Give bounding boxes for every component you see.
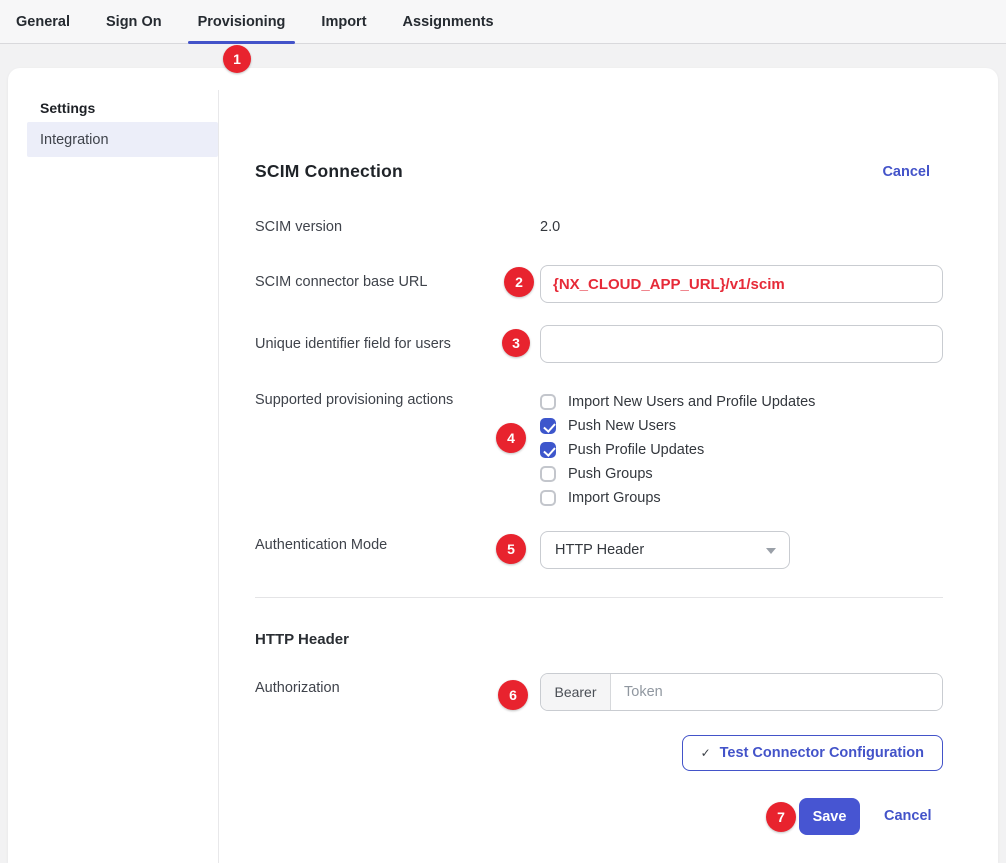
test-connector-button[interactable]: ✓ Test Connector Configuration xyxy=(682,735,943,771)
checkbox-icon xyxy=(540,466,556,482)
checkbox-label: Import Groups xyxy=(568,490,661,506)
checkbox-label: Import New Users and Profile Updates xyxy=(568,394,815,410)
tab-provisioning[interactable]: Provisioning xyxy=(188,0,296,43)
provisioning-actions-label: Supported provisioning actions xyxy=(255,392,453,408)
section-divider xyxy=(255,597,943,598)
checkbox-label: Push New Users xyxy=(568,418,676,434)
unique-id-label: Unique identifier field for users xyxy=(255,336,451,352)
step-badge-1: 1 xyxy=(223,45,251,73)
tab-general[interactable]: General xyxy=(6,0,80,43)
http-header-section-title: HTTP Header xyxy=(255,631,349,648)
sidebar-heading: Settings xyxy=(40,100,95,116)
chevron-down-icon xyxy=(766,548,776,554)
checkbox-icon xyxy=(540,490,556,506)
checkbox-icon xyxy=(540,394,556,410)
step-badge-2: 2 xyxy=(504,267,534,297)
tab-label: General xyxy=(16,14,70,30)
auth-mode-select[interactable]: HTTP Header xyxy=(540,531,790,569)
tab-label: Provisioning xyxy=(198,14,286,30)
tab-import[interactable]: Import xyxy=(311,0,376,43)
provisioning-settings-page: General Sign On Provisioning Import Assi… xyxy=(0,0,1006,863)
auth-mode-label: Authentication Mode xyxy=(255,537,387,553)
cancel-link-bottom[interactable]: Cancel xyxy=(884,808,932,824)
check-icon: ✓ xyxy=(701,746,711,760)
authorization-input-group: Bearer xyxy=(540,673,943,711)
test-connector-label: Test Connector Configuration xyxy=(720,745,924,761)
tab-label: Sign On xyxy=(106,14,162,30)
step-badge-4: 4 xyxy=(496,423,526,453)
tab-label: Import xyxy=(321,14,366,30)
base-url-input[interactable] xyxy=(540,265,943,303)
step-badge-7: 7 xyxy=(766,802,796,832)
save-button[interactable]: Save xyxy=(799,798,860,835)
checkbox-icon xyxy=(540,442,556,458)
test-connector-row: ✓ Test Connector Configuration xyxy=(255,735,943,771)
bearer-prefix: Bearer xyxy=(541,674,611,710)
scim-connection-header-row: SCIM Connection Cancel xyxy=(255,161,943,183)
step-badge-5: 5 xyxy=(496,534,526,564)
cancel-link-top[interactable]: Cancel xyxy=(882,164,930,180)
step-badge-6: 6 xyxy=(498,680,528,710)
checkbox-push-groups[interactable]: Push Groups xyxy=(540,462,815,486)
checkbox-icon xyxy=(540,418,556,434)
checkbox-import-new-users[interactable]: Import New Users and Profile Updates xyxy=(540,390,815,414)
tab-assignments[interactable]: Assignments xyxy=(393,0,504,43)
checkbox-import-groups[interactable]: Import Groups xyxy=(540,486,815,510)
tab-label: Assignments xyxy=(403,14,494,30)
checkbox-push-new-users[interactable]: Push New Users xyxy=(540,414,815,438)
scim-version-value: 2.0 xyxy=(540,219,560,235)
provisioning-actions-list: Import New Users and Profile Updates Pus… xyxy=(540,390,815,510)
checkbox-push-profile-updates[interactable]: Push Profile Updates xyxy=(540,438,815,462)
token-input[interactable] xyxy=(611,674,942,710)
app-tab-bar: General Sign On Provisioning Import Assi… xyxy=(0,0,1006,44)
sidebar-item-integration[interactable]: Integration xyxy=(27,122,218,157)
page-title: SCIM Connection xyxy=(255,161,403,182)
sidebar-item-label: Integration xyxy=(40,132,109,148)
scim-version-label: SCIM version xyxy=(255,219,342,235)
checkbox-label: Push Profile Updates xyxy=(568,442,704,458)
footer-actions-row: Save Cancel xyxy=(255,798,943,836)
authorization-label: Authorization xyxy=(255,680,340,696)
tab-sign-on[interactable]: Sign On xyxy=(96,0,172,43)
auth-mode-selected-value: HTTP Header xyxy=(555,542,644,558)
checkbox-label: Push Groups xyxy=(568,466,653,482)
unique-id-input[interactable] xyxy=(540,325,943,363)
auth-mode-row: Authentication Mode HTTP Header xyxy=(255,530,943,568)
http-header-section-title-row: HTTP Header xyxy=(255,631,943,649)
provisioning-actions-row: Supported provisioning actions Import Ne… xyxy=(255,390,943,512)
sidebar-divider xyxy=(218,90,219,863)
step-badge-3: 3 xyxy=(502,329,530,357)
base-url-label: SCIM connector base URL xyxy=(255,274,427,290)
